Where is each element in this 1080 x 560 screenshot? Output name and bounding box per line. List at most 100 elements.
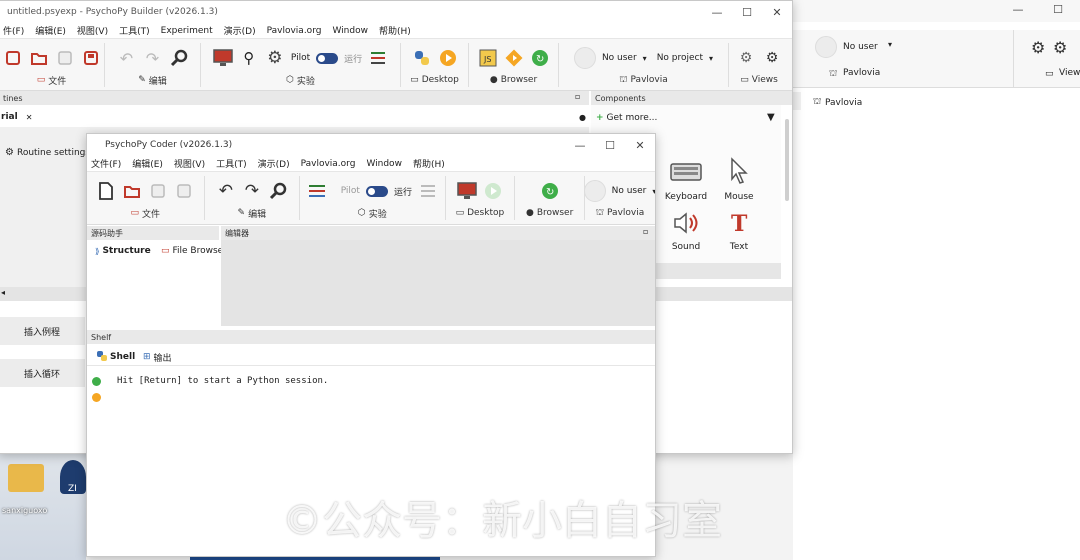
desktop-folder-icon[interactable]: [8, 464, 44, 492]
coder-user-label[interactable]: No user: [612, 186, 647, 196]
gear-icon[interactable]: ⚙: [265, 48, 285, 68]
coder-search-icon[interactable]: [268, 181, 288, 201]
builder-pilot-toggle[interactable]: [316, 52, 339, 64]
builder-user-dropdown-icon[interactable]: ▾: [643, 54, 647, 63]
run-icon[interactable]: [438, 48, 458, 68]
routine-tab-close-icon[interactable]: ✕: [26, 113, 33, 122]
structure-tab[interactable]: ⟫ Structure: [95, 246, 151, 256]
file-browser-tab[interactable]: ▭ File Browse: [161, 246, 223, 256]
coder-avatar[interactable]: [583, 180, 606, 202]
routine-tab[interactable]: rial ✕: [0, 109, 39, 125]
open-folder-icon[interactable]: [29, 48, 49, 68]
builder-user-label[interactable]: No user: [602, 53, 637, 63]
flow-collapse-icon[interactable]: ◂: [1, 288, 5, 297]
insert-loop-button[interactable]: 插入循环: [0, 359, 85, 387]
new-file-icon[interactable]: [96, 181, 116, 201]
builder-project-label[interactable]: No project: [657, 53, 703, 63]
right-avatar[interactable]: [815, 36, 837, 58]
builder-menu-experiment[interactable]: Experiment: [161, 26, 213, 36]
save-as-icon[interactable]: [81, 48, 101, 68]
coder-open-folder-icon[interactable]: [122, 181, 142, 201]
coder-menu-window[interactable]: Window: [366, 159, 402, 169]
components-scrollbar[interactable]: [785, 119, 789, 201]
component-text[interactable]: T Text: [721, 211, 757, 252]
builder-browser-group: JS ↻ ● Browser: [469, 43, 559, 87]
right-minimize-button[interactable]: —: [1003, 0, 1033, 20]
right-user-dropdown-icon[interactable]: ▾: [888, 40, 892, 49]
coder-maximize-button[interactable]: ☐: [595, 134, 625, 156]
coder-menu-view[interactable]: 视图(V): [174, 157, 205, 170]
builder-avatar[interactable]: [573, 47, 596, 69]
component-sound[interactable]: Sound: [665, 211, 707, 252]
coder-close-button[interactable]: ✕: [625, 134, 655, 156]
routines-panel-restore-icon[interactable]: ▫: [575, 92, 580, 101]
right-pavlovia-item[interactable]: Pavlovia: [825, 98, 862, 108]
coder-compile-icon[interactable]: [307, 181, 327, 201]
component-mouse[interactable]: Mouse: [721, 157, 757, 202]
right-maximize-button[interactable]: ☐: [1043, 0, 1073, 20]
coder-pilot-toggle[interactable]: [365, 185, 388, 197]
js-icon[interactable]: JS: [478, 48, 498, 68]
builder-menu-file[interactable]: 件(F): [3, 24, 24, 37]
builder-menu-view[interactable]: 视图(V): [77, 24, 108, 37]
builder-project-dropdown-icon[interactable]: ▾: [709, 54, 713, 63]
views-coder-icon[interactable]: ⚙: [762, 48, 782, 68]
coder-menu-file[interactable]: 文件(F): [91, 157, 121, 170]
redo-icon[interactable]: ↷: [143, 48, 163, 68]
editor-restore-icon[interactable]: ▫: [643, 227, 648, 236]
python-icon[interactable]: [412, 48, 432, 68]
coder-menu-demos[interactable]: 演示(D): [258, 157, 290, 170]
coder-menu-help[interactable]: 帮助(H): [413, 157, 445, 170]
browser-run-icon[interactable]: [504, 48, 524, 68]
right-pavlovia-label[interactable]: Pavlovia: [843, 68, 880, 78]
compile-list-icon[interactable]: [368, 48, 388, 68]
coder-menu-edit[interactable]: 编辑(E): [132, 157, 163, 170]
right-views-icon-2[interactable]: ⚙: [1053, 38, 1067, 57]
builder-minimize-button[interactable]: —: [702, 1, 732, 23]
views-builder-icon[interactable]: ⚙: [736, 48, 756, 68]
file-browser-tab-label: File Browse: [172, 246, 224, 256]
coder-sync-icon[interactable]: ↻: [540, 181, 560, 201]
builder-menu-tools[interactable]: 工具(T): [119, 24, 150, 37]
builder-close-button[interactable]: ✕: [762, 1, 792, 23]
get-more-button[interactable]: + Get more...: [596, 113, 657, 123]
builder-title: untitled.psyexp - PsychoPy Builder (v202…: [7, 7, 218, 17]
editor-area[interactable]: [221, 240, 655, 326]
undo-icon[interactable]: ↶: [117, 48, 137, 68]
builder-menu-pavlovia[interactable]: Pavlovia.org: [267, 26, 322, 36]
output-tab[interactable]: ⊞ 输出: [137, 349, 178, 365]
coder-title: PsychoPy Coder (v2026.1.3): [105, 140, 233, 150]
right-views-icon[interactable]: ⚙: [1031, 38, 1045, 57]
builder-menu-help[interactable]: 帮助(H): [379, 24, 411, 37]
coder-undo-icon[interactable]: ↶: [216, 181, 236, 201]
insert-routine-button[interactable]: 插入例程: [0, 317, 85, 345]
search-icon[interactable]: [169, 48, 189, 68]
coder-user-dropdown-icon[interactable]: ▾: [652, 187, 655, 196]
save-icon[interactable]: [3, 48, 23, 68]
sync-icon[interactable]: ↻: [530, 48, 550, 68]
right-views-window-icon: ▭: [1045, 69, 1054, 79]
filter-icon[interactable]: ▼: [767, 112, 775, 123]
coder-experiment-group: Pilot 运行 ⬡ 实验: [300, 176, 446, 220]
builder-menu-demos[interactable]: 演示(D): [224, 24, 256, 37]
shell-tab[interactable]: Shell: [91, 349, 141, 365]
coder-menu-tools[interactable]: 工具(T): [216, 157, 247, 170]
coder-redo-icon[interactable]: ↷: [242, 181, 262, 201]
output-icon: ⊞: [143, 352, 151, 362]
component-keyboard[interactable]: Keyboard: [665, 161, 707, 202]
coder-pavlovia-icon: ⛫: [595, 207, 605, 218]
routine-settings-button[interactable]: ⚙ Routine settings: [5, 147, 90, 158]
coder-browser-label: Browser: [536, 208, 574, 218]
source-assistant-panel: ⟫ Structure ▭ File Browse: [87, 240, 223, 326]
shell-message: Hit [Return] to start a Python session.: [117, 376, 329, 386]
builder-maximize-button[interactable]: ☐: [732, 1, 762, 23]
coder-menu-pavlovia[interactable]: Pavlovia.org: [301, 159, 356, 169]
monitor-icon[interactable]: [213, 48, 233, 68]
coder-minimize-button[interactable]: —: [565, 134, 595, 156]
right-views-label[interactable]: View: [1059, 68, 1080, 78]
coder-monitor-icon[interactable]: [457, 181, 477, 201]
builder-menu-edit[interactable]: 编辑(E): [35, 24, 66, 37]
builder-menu-window[interactable]: Window: [332, 26, 368, 36]
right-user-label[interactable]: No user: [843, 42, 878, 52]
usb-icon[interactable]: ⚲: [239, 48, 259, 68]
